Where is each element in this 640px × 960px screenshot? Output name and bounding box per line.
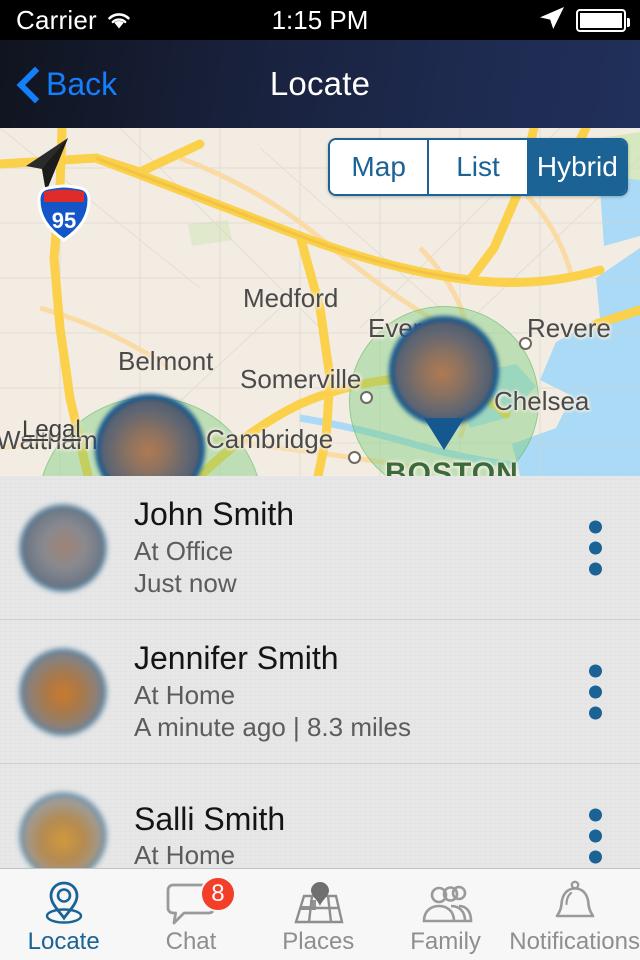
map-label: Somerville (240, 364, 362, 394)
map-label: Cambridge (206, 424, 334, 454)
list-item-text: Jennifer Smith At Home A minute ago | 8.… (134, 640, 412, 743)
person-name: John Smith (134, 496, 295, 533)
avatar (20, 504, 106, 591)
tab-label: Chat (165, 927, 217, 955)
map-mode-segmented-control[interactable]: Map List Hybrid (328, 138, 628, 196)
map-pin-tip (424, 418, 464, 450)
avatar (20, 648, 106, 735)
places-map-icon (292, 880, 344, 926)
tab-family[interactable]: Family (382, 869, 509, 960)
map-city-dot (519, 337, 532, 350)
map-label: Medford (243, 283, 339, 313)
tab-locate[interactable]: Locate (0, 869, 127, 960)
chat-bubble-icon: 8 (166, 875, 236, 926)
person-status: At Home (134, 679, 236, 710)
segment-list[interactable]: List (429, 140, 529, 194)
person-status: At Office (134, 535, 234, 566)
clock-label: 1:15 PM (271, 4, 369, 35)
tab-chat[interactable]: 8 Chat (127, 869, 254, 960)
list-item-text: John Smith At Office Just now (134, 496, 295, 599)
map-pin-icon (42, 880, 86, 926)
map-label: Revere (527, 313, 611, 343)
person-meta: A minute ago | 8.3 miles (134, 712, 412, 743)
map-label: Belmont (118, 346, 214, 376)
legal-link[interactable]: Legal (22, 416, 81, 444)
person-status: At Home (134, 840, 236, 868)
status-bar: Carrier 1:15 PM (0, 0, 640, 40)
tab-bar: Locate 8 Chat Places Family Notification… (0, 868, 640, 960)
tab-label: Family (410, 927, 481, 955)
app-root: Carrier 1:15 PM Back Locate Medford Reve… (0, 0, 640, 960)
bell-icon (552, 880, 598, 926)
list-item[interactable]: John Smith At Office Just now (0, 476, 640, 620)
interstate-95-shield-icon: 95 (36, 184, 92, 242)
people-list[interactable]: John Smith At Office Just now Jennifer S… (0, 476, 640, 868)
chat-unread-badge: 8 (199, 875, 236, 912)
list-item-text: Salli Smith At Home (134, 801, 286, 868)
overflow-menu-icon[interactable] (583, 514, 608, 581)
segment-hybrid[interactable]: Hybrid (528, 140, 626, 194)
overflow-menu-icon[interactable] (583, 803, 608, 869)
map-pin-avatar (389, 316, 499, 426)
tab-places[interactable]: Places (255, 869, 382, 960)
tab-label: Places (282, 927, 355, 955)
svg-text:95: 95 (52, 208, 76, 233)
nav-bar: Back Locate (0, 40, 640, 128)
people-group-icon (418, 880, 474, 926)
battery-full-icon (576, 8, 630, 32)
tab-label: Notifications (509, 927, 640, 955)
list-item[interactable]: Salli Smith At Home (0, 764, 640, 868)
tab-label: Locate (27, 927, 100, 955)
page-title: Locate (269, 65, 371, 102)
map-city-dot (348, 451, 361, 464)
map-label-boston: BOSTON (385, 457, 519, 476)
person-name: Jennifer Smith (134, 640, 339, 677)
map-label: Chelsea (494, 386, 590, 416)
avatar (20, 793, 106, 868)
tab-notifications[interactable]: Notifications (509, 869, 640, 960)
overflow-menu-icon[interactable] (583, 658, 608, 725)
person-meta: Just now (134, 568, 237, 599)
person-name: Salli Smith (134, 801, 286, 838)
list-item[interactable]: Jennifer Smith At Home A minute ago | 8.… (0, 620, 640, 764)
segment-map[interactable]: Map (330, 140, 430, 194)
map-city-dot (360, 391, 373, 404)
